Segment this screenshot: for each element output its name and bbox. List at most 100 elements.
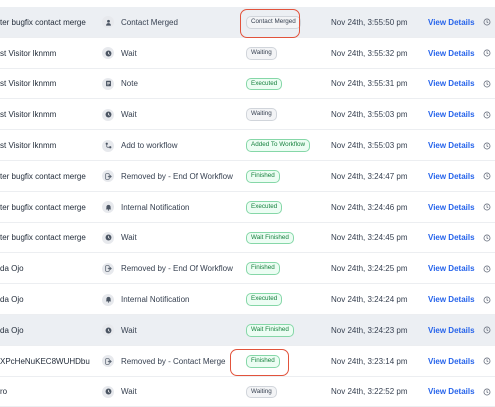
view-details-link[interactable]: View Details [428,223,478,254]
view-details-link[interactable]: View Details [428,253,478,284]
clock-icon [102,47,114,60]
contact-name: da Ojo [0,295,24,305]
execution-date: Nov 24th, 3:24:24 pm [331,295,408,305]
history-icon[interactable] [483,253,495,284]
action-icon-cell [102,346,114,377]
table-row: da Ojo Wait Wait Finished Nov 24th, 3:24:23… [0,315,495,346]
status-badge: Executed [246,77,283,91]
view-details-link[interactable]: View Details [428,161,478,192]
view-details-link[interactable]: View Details [428,69,478,100]
action-icon-cell [102,192,114,223]
status-cell: Waiting [246,377,326,407]
status-badge: Finished [246,169,280,183]
action-icon-cell [102,253,114,284]
view-details-link[interactable]: View Details [428,7,478,38]
exit-icon [102,355,114,368]
action-icon-cell [102,315,114,346]
table-row: st Visitor lknmm Note Executed Nov 24th, 3:… [0,69,495,100]
contact-name: XPcHeNuKEC8WUHDbu [0,356,90,366]
action-name: Internal Notification [121,202,190,212]
history-icon[interactable] [483,99,495,130]
view-details-link[interactable]: View Details [428,192,478,223]
view-details-link[interactable]: View Details [428,284,478,315]
execution-date: Nov 24th, 3:55:03 pm [331,141,408,151]
workflow-icon [102,139,114,152]
note-icon [102,77,114,90]
contact-name: st Visitor lknmm [0,110,57,120]
clock-icon [102,108,114,121]
execution-date: Nov 24th, 3:22:52 pm [331,387,408,397]
status-cell: Executed [246,69,326,100]
action-icon-cell [102,377,114,407]
history-icon[interactable] [483,192,495,223]
status-cell: Waiting [246,38,326,69]
view-details-link[interactable]: View Details [428,315,478,346]
action-icon-cell [102,130,114,161]
action-name: Wait [121,48,137,58]
status-cell: Executed [246,192,326,223]
status-cell: Wait Finished [246,315,326,346]
contact-name: st Visitor lknmm [0,141,57,151]
table-row: ter bugfix contact merge Internal Notific… [0,192,495,223]
view-details-link[interactable]: View Details [428,130,478,161]
action-name: Internal Notification [121,295,190,305]
table-row: st Visitor lknmm Wait Waiting Nov 24th, 3:5… [0,38,495,69]
clock-icon [102,324,114,337]
history-icon[interactable] [483,377,495,407]
history-icon[interactable] [483,69,495,100]
status-cell: Finished [246,161,326,192]
contact-name: da Ojo [0,264,24,274]
status-badge: Executed [246,293,283,307]
action-icon-cell [102,7,114,38]
execution-date: Nov 24th, 3:24:47 pm [331,171,408,181]
action-name: Removed by - Contact Merge [121,356,226,366]
execution-date: Nov 24th, 3:23:14 pm [331,356,408,366]
view-details-link[interactable]: View Details [428,38,478,69]
status-cell: Wait Finished [246,223,326,254]
contact-name: ter bugfix contact merge [0,202,86,212]
status-cell: Finished [246,253,326,284]
action-icon-cell [102,99,114,130]
history-icon[interactable] [483,130,495,161]
status-badge: Finished [246,262,280,276]
status-badge: Waiting [246,108,277,122]
contact-name: ro [0,387,8,397]
action-name: Contact Merged [121,17,178,27]
history-icon[interactable] [483,284,495,315]
table-row: st Visitor lknmm Add to workflow Added To … [0,130,495,161]
history-icon[interactable] [483,346,495,377]
view-details-link[interactable]: View Details [428,99,478,130]
execution-date: Nov 24th, 3:24:25 pm [331,264,408,274]
history-icon[interactable] [483,223,495,254]
action-name: Add to workflow [121,141,178,151]
history-icon[interactable] [483,315,495,346]
contact-name: da Ojo [0,325,24,335]
action-name: Removed by - End Of Workflow [121,264,233,274]
exit-icon [102,262,114,275]
status-badge: Waiting [246,385,277,399]
execution-date: Nov 24th, 3:55:31 pm [331,79,408,89]
contact-name: ter bugfix contact merge [0,17,86,27]
contact-name: ter bugfix contact merge [0,233,86,243]
person-icon [102,16,114,29]
view-details-link[interactable]: View Details [428,377,478,407]
execution-date: Nov 24th, 3:24:46 pm [331,202,408,212]
status-badge: Added To Workflow [246,139,311,153]
clock-icon [102,385,114,398]
table-row: da Ojo Removed by - End Of Workflow Finish… [0,253,495,285]
contact-name: st Visitor lknmm [0,79,57,89]
view-details-link[interactable]: View Details [428,346,478,377]
execution-date: Nov 24th, 3:24:45 pm [331,233,408,243]
execution-date: Nov 24th, 3:55:50 pm [331,17,408,27]
action-name: Wait [121,325,137,335]
status-badge: Waiting [246,46,277,60]
execution-date: Nov 24th, 3:55:03 pm [331,110,408,120]
table-row: da Ojo Internal Notification Executed Nov 2… [0,284,495,315]
history-icon[interactable] [483,161,495,192]
action-icon-cell [102,284,114,315]
annotation-callout [230,349,289,376]
bell-icon [102,293,114,306]
history-icon[interactable] [483,7,495,38]
history-icon[interactable] [483,38,495,69]
action-name: Wait [121,387,137,397]
